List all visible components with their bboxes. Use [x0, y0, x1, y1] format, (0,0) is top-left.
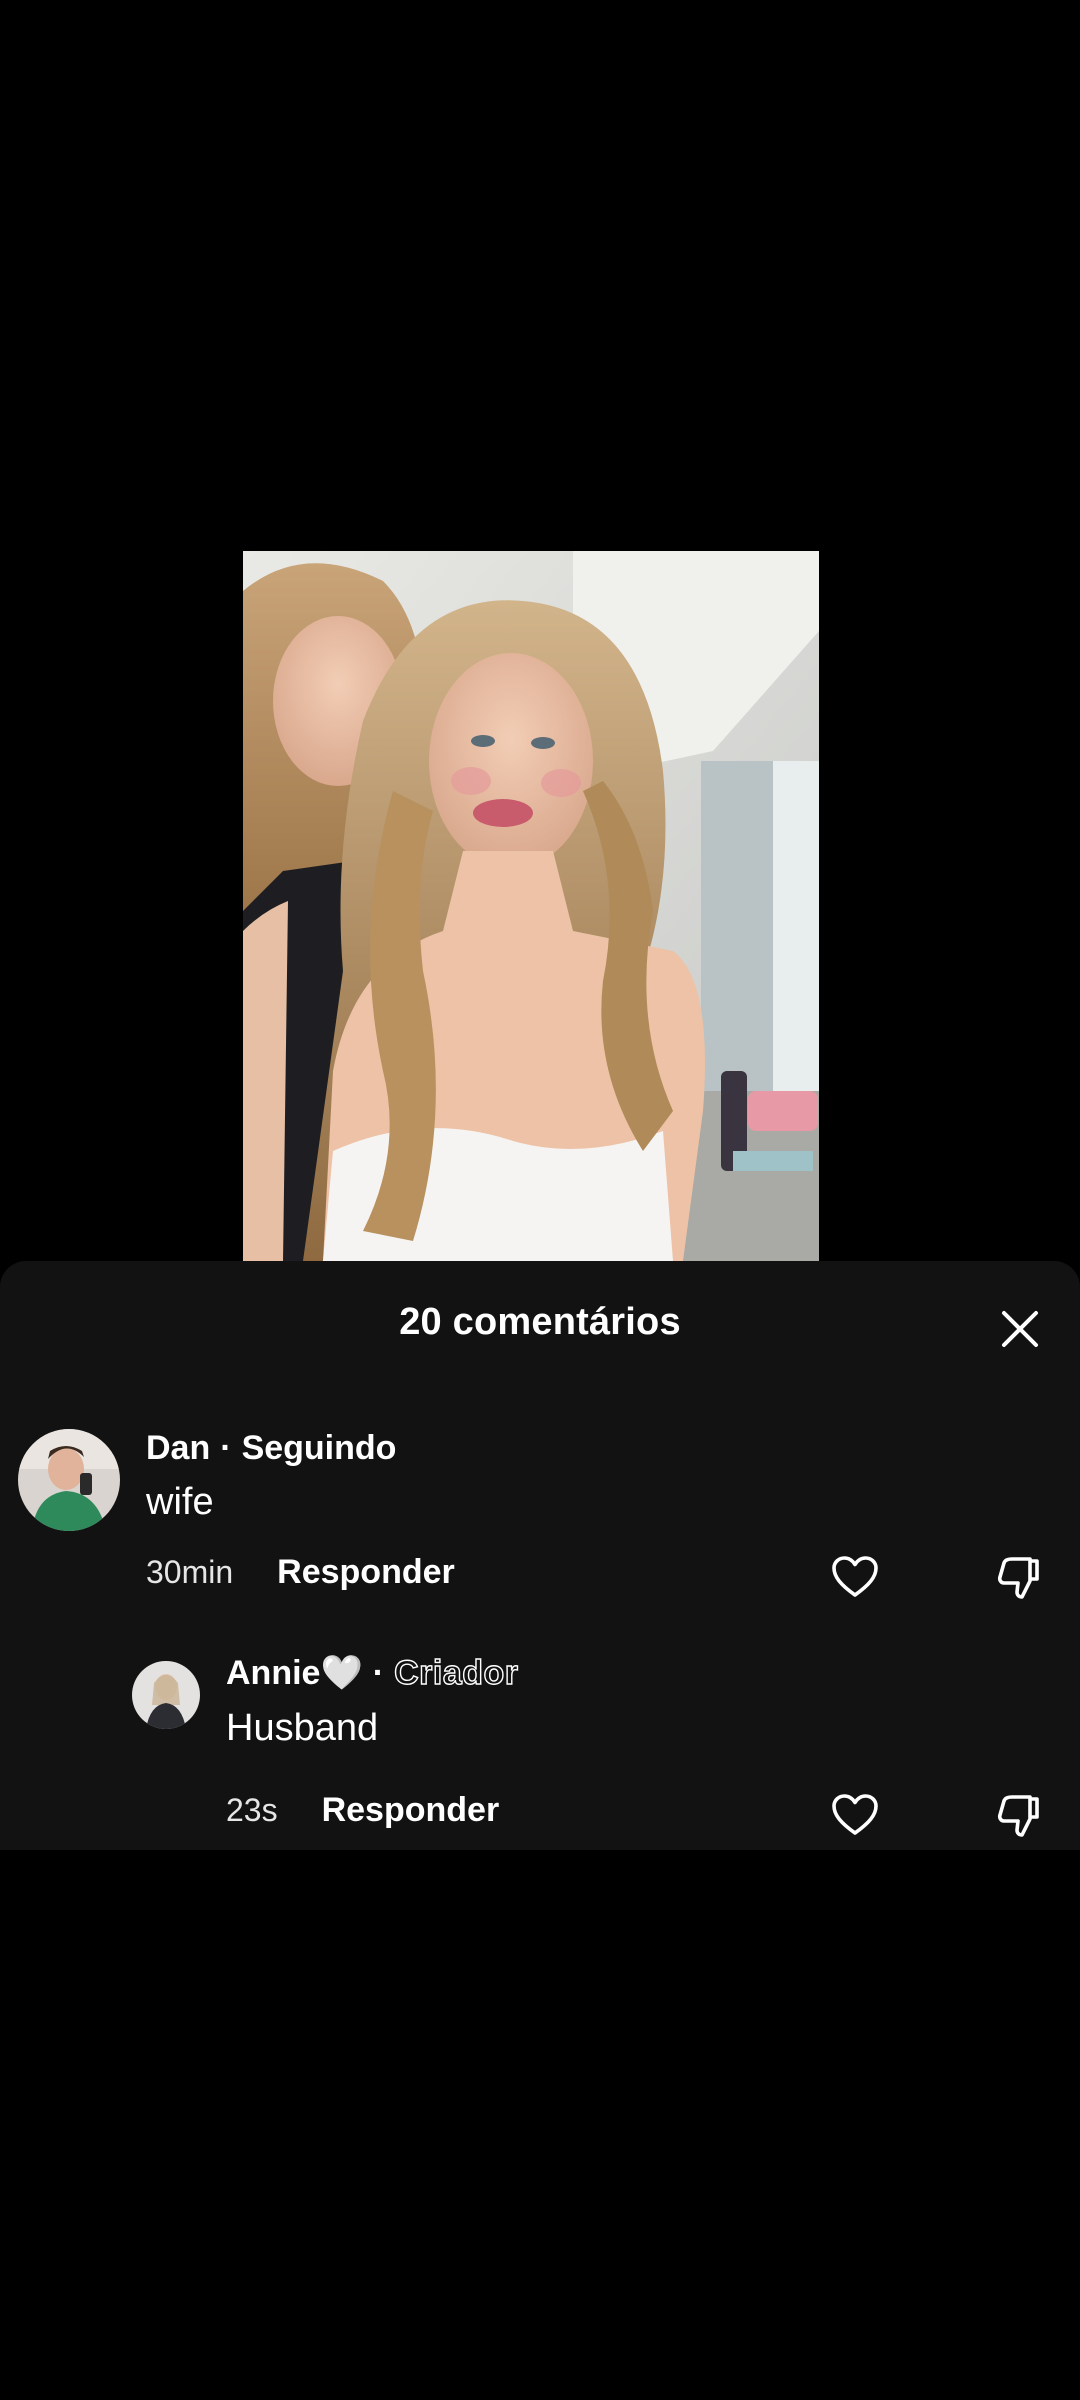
- reply-button[interactable]: Responder: [322, 1791, 500, 1830]
- avatar-image: [132, 1661, 200, 1729]
- video-thumbnail-image: [243, 551, 819, 1261]
- like-button[interactable]: [827, 1787, 883, 1843]
- reply-comment-item: Annie🤍 · Criador Husband 23s Responder: [0, 1649, 1080, 1837]
- comment-header: Annie🤍 · Criador: [226, 1653, 519, 1693]
- heart-outline-icon: [832, 1556, 878, 1597]
- close-icon: [1002, 1311, 1038, 1347]
- screen: 20 comentários Dan · Seguindo wife 30min…: [0, 0, 1080, 2400]
- comment-username[interactable]: Dan: [146, 1429, 210, 1468]
- following-label: Seguindo: [241, 1429, 397, 1467]
- comment-text: Husband: [226, 1707, 379, 1749]
- creator-label: Criador: [393, 1653, 519, 1692]
- thumbs-down-icon: [997, 1557, 1039, 1599]
- avatar[interactable]: [132, 1661, 200, 1729]
- dislike-button[interactable]: [990, 1549, 1046, 1605]
- header-separator: ·: [372, 1653, 385, 1692]
- comment-time: 23s: [226, 1792, 278, 1828]
- comment-meta: 23s Responder: [226, 1791, 499, 1830]
- thumbs-down-icon: [997, 1795, 1039, 1837]
- dislike-button[interactable]: [990, 1787, 1046, 1843]
- like-button[interactable]: [827, 1549, 883, 1605]
- comment-item: Dan · Seguindo wife 30min Responder: [0, 1411, 1080, 1599]
- avatar[interactable]: [18, 1429, 120, 1531]
- comments-count-title: 20 comentários: [399, 1301, 681, 1343]
- comment-time: 30min: [146, 1554, 234, 1590]
- reply-button[interactable]: Responder: [277, 1553, 455, 1592]
- avatar-image: [18, 1429, 120, 1531]
- comment-meta: 30min Responder: [146, 1553, 455, 1592]
- comment-username[interactable]: Annie🤍: [226, 1653, 363, 1693]
- comments-sheet: 20 comentários Dan · Seguindo wife 30min…: [0, 1261, 1080, 1850]
- header-separator: ·: [220, 1429, 232, 1467]
- video-preview[interactable]: [243, 551, 819, 1261]
- comment-text: wife: [146, 1481, 214, 1523]
- heart-outline-icon: [832, 1794, 878, 1835]
- close-button[interactable]: [994, 1303, 1046, 1355]
- comment-header: Dan · Seguindo: [146, 1429, 396, 1468]
